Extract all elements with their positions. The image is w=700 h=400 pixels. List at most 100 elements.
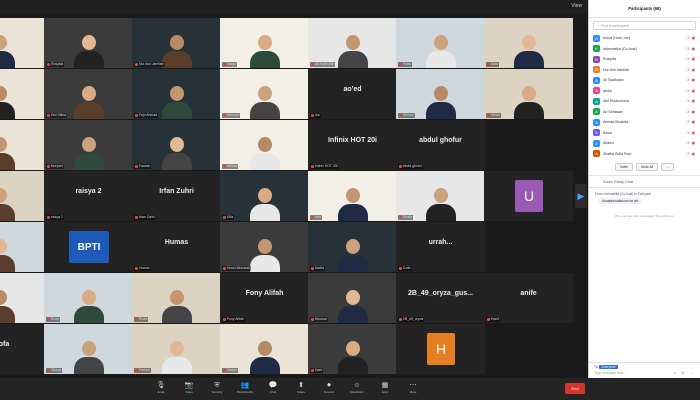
chat-input[interactable]: Type message here... [594,371,627,375]
participant-label: Rizky [46,317,61,322]
participant-row[interactable]: A Ari Setiawan 🎙̸ ▣̸ [589,107,700,118]
participant-row[interactable]: A Aziza 🎙̸ ▣̸ [589,128,700,139]
participant-tile[interactable]: Faira [396,18,485,68]
participant-tile[interactable]: H [396,324,485,374]
toolbar-participants-button[interactable]: 👥 Participants [234,382,256,396]
mute-all-button[interactable]: Mute All [636,163,659,171]
participant-tile[interactable]: Ummi [0,222,44,272]
participant-tile[interactable]: Gilang [44,324,133,374]
toolbar-record-button[interactable]: ⏺ Record [318,382,340,396]
participant-tile[interactable]: ahmad [220,120,309,170]
participant-tile[interactable]: Ahmad [396,69,485,119]
participant-label: Nur Aini Jamilah [134,62,165,67]
participant-tile[interactable]: raisya 2 raisya 2 [44,171,133,221]
muted-mic-icon [47,164,50,168]
toolbar-label: Reactions [350,390,364,394]
participant-tile[interactable]: Dhafa [396,171,485,221]
participant-row[interactable]: A Aini Khoirunnisa 🎙̸ ▣̸ [589,96,700,107]
chat-recipient[interactable]: To: Everyone [594,365,618,369]
participant-tile[interactable]: Riska [132,273,221,323]
participant-tile[interactable]: anife Hanif [484,273,573,323]
participant-tile[interactable]: U [484,171,573,221]
person-silhouette [161,290,192,323]
participant-tile[interactable]: ShofaShofa [0,324,44,374]
participant-row[interactable]: A Ali Syaifullah 🎙̸ ▣̸ [589,75,700,86]
view-button[interactable]: View [571,3,582,9]
participant-tile[interactable]: Humas Humas [132,222,221,272]
participant-tile[interactable]: Nuryani [44,120,133,170]
toolbar-video-button[interactable]: 📷 Video [178,382,200,396]
participant-label-text: Uleak [491,113,500,117]
participant-tile[interactable]: Fony Alifah Fony Alifah [220,273,309,323]
invite-button[interactable]: Invite [615,163,634,171]
participant-tile[interactable]: Khusnul [220,69,309,119]
participant-tile[interactable]: Nur Aini Jamilah [132,18,221,68]
more-options-button[interactable]: ... [661,163,674,171]
toolbar-more-button[interactable]: ⋯ More [402,382,424,396]
participant-row-name: Alfarizi [603,141,614,146]
participant-tile[interactable]: Hasan [220,324,309,374]
participant-tile[interactable]: Irfan Zuhri Irfan Zuhri [132,171,221,221]
participant-row[interactable]: A Zhafira Aulia Putri 🎙̸ ▣̸ [589,149,700,160]
toolbar-chat-button[interactable]: 💬 Chat [262,382,284,396]
chat-messages: From Informatika (Co-host) to Everyone A… [589,188,700,348]
end-meeting-button[interactable]: End [565,383,585,394]
video-feed [484,69,573,119]
participant-tile[interactable]: Admin BPTI [0,171,44,221]
participant-tile[interactable]: Uleak [484,69,573,119]
toolbar-audio-button[interactable]: 🎙 Audio [150,382,172,396]
participant-tile[interactable]: Fauzan [132,120,221,170]
participant-tile[interactable]: Husni Mubarak [220,222,309,272]
participant-row[interactable]: N Nur Aini Jamilah 🎙̸ ▣̸ [589,65,700,76]
chat-to-dropdown[interactable]: Everyone [599,365,618,369]
person-silhouette [73,86,104,119]
participant-row[interactable]: A Alfarizi 🎙̸ ▣̸ [589,138,700,149]
participant-tile[interactable]: BPTI [44,222,133,272]
participant-tile[interactable]: Anisa [0,18,44,68]
participant-row[interactable]: A Ahmad Mustofa 🎙̸ ▣̸ [589,117,700,128]
participant-label-text: Farhan [139,368,150,372]
next-page-arrow-icon[interactable]: ▶ [575,184,587,208]
participant-tile[interactable]: ao'ed Ica [308,69,397,119]
participant-tile[interactable]: Tasya [220,18,309,68]
participant-tile[interactable]: Rizky [44,273,133,323]
participant-label: Nadia [310,266,325,271]
participant-tile[interactable]: urrah... Zulfa [396,222,485,272]
person-silhouette [249,137,280,170]
participant-tile[interactable]: Nabila [0,69,44,119]
participant-tile[interactable]: Fajri Ahmad [132,69,221,119]
participant-tile[interactable]: Umi [308,171,397,221]
toolbar-reactions-button[interactable]: ☺ Reactions [346,382,368,396]
participant-name: Irfan Zuhri [159,188,194,195]
participant-search-input[interactable]: ⌕ Find a participant [593,21,696,30]
participant-row[interactable]: R Rosyida 🎙̸ ▣̸ [589,54,700,65]
toolbar-share-button[interactable]: ⬆ Share [290,382,312,396]
chat-notice: Who can see your messages? Recording on [614,214,675,218]
participant-tile[interactable]: 2B_49_oryza_gus... 2B_49_oryza [396,273,485,323]
participant-avatar: A [593,150,600,158]
participant-row[interactable]: Aabdul 🎙̸ ▣̸ [589,86,700,97]
participant-tile[interactable]: Dian [484,18,573,68]
person-silhouette [249,35,280,68]
participant-tile[interactable]: Ulfa [220,171,309,221]
participant-row[interactable]: A Anisa (Host, me) 🎙̸ ▣̸ [589,33,700,44]
participant-tile[interactable]: Hani [308,324,397,374]
participant-tile[interactable]: Rosyida [44,18,133,68]
person-silhouette [249,86,280,119]
chat-tools[interactable]: ☺ ⎘ ⋯ [673,371,695,375]
participant-tile[interactable]: Farhan [132,324,221,374]
participant-tile[interactable]: Ali Syaifullah [308,18,397,68]
participant-label-text: Dwi Hilma [51,113,67,117]
participant-tile[interactable]: Khonsa [308,273,397,323]
participant-tile[interactable]: Rahmi [0,120,44,170]
toolbar-apps-button[interactable]: ▦ Apps [374,382,396,396]
participant-tile[interactable]: abdul ghofur abdul ghofur [396,120,485,170]
chat-to-prefix: To: [594,365,599,369]
participant-row[interactable]: K Informatika (Co-host) 🎙̸ ▣̸ [589,44,700,55]
toolbar-security-button[interactable]: ⛨ Security [206,382,228,396]
toolbar-label: Security [211,390,223,394]
participant-tile[interactable]: Nadia [308,222,397,272]
participant-tile[interactable]: Infinix HOT 20i Infinix HOT 20i [308,120,397,170]
participant-tile[interactable]: Lutfi [0,273,44,323]
participant-tile[interactable]: Dwi Hilma [44,69,133,119]
